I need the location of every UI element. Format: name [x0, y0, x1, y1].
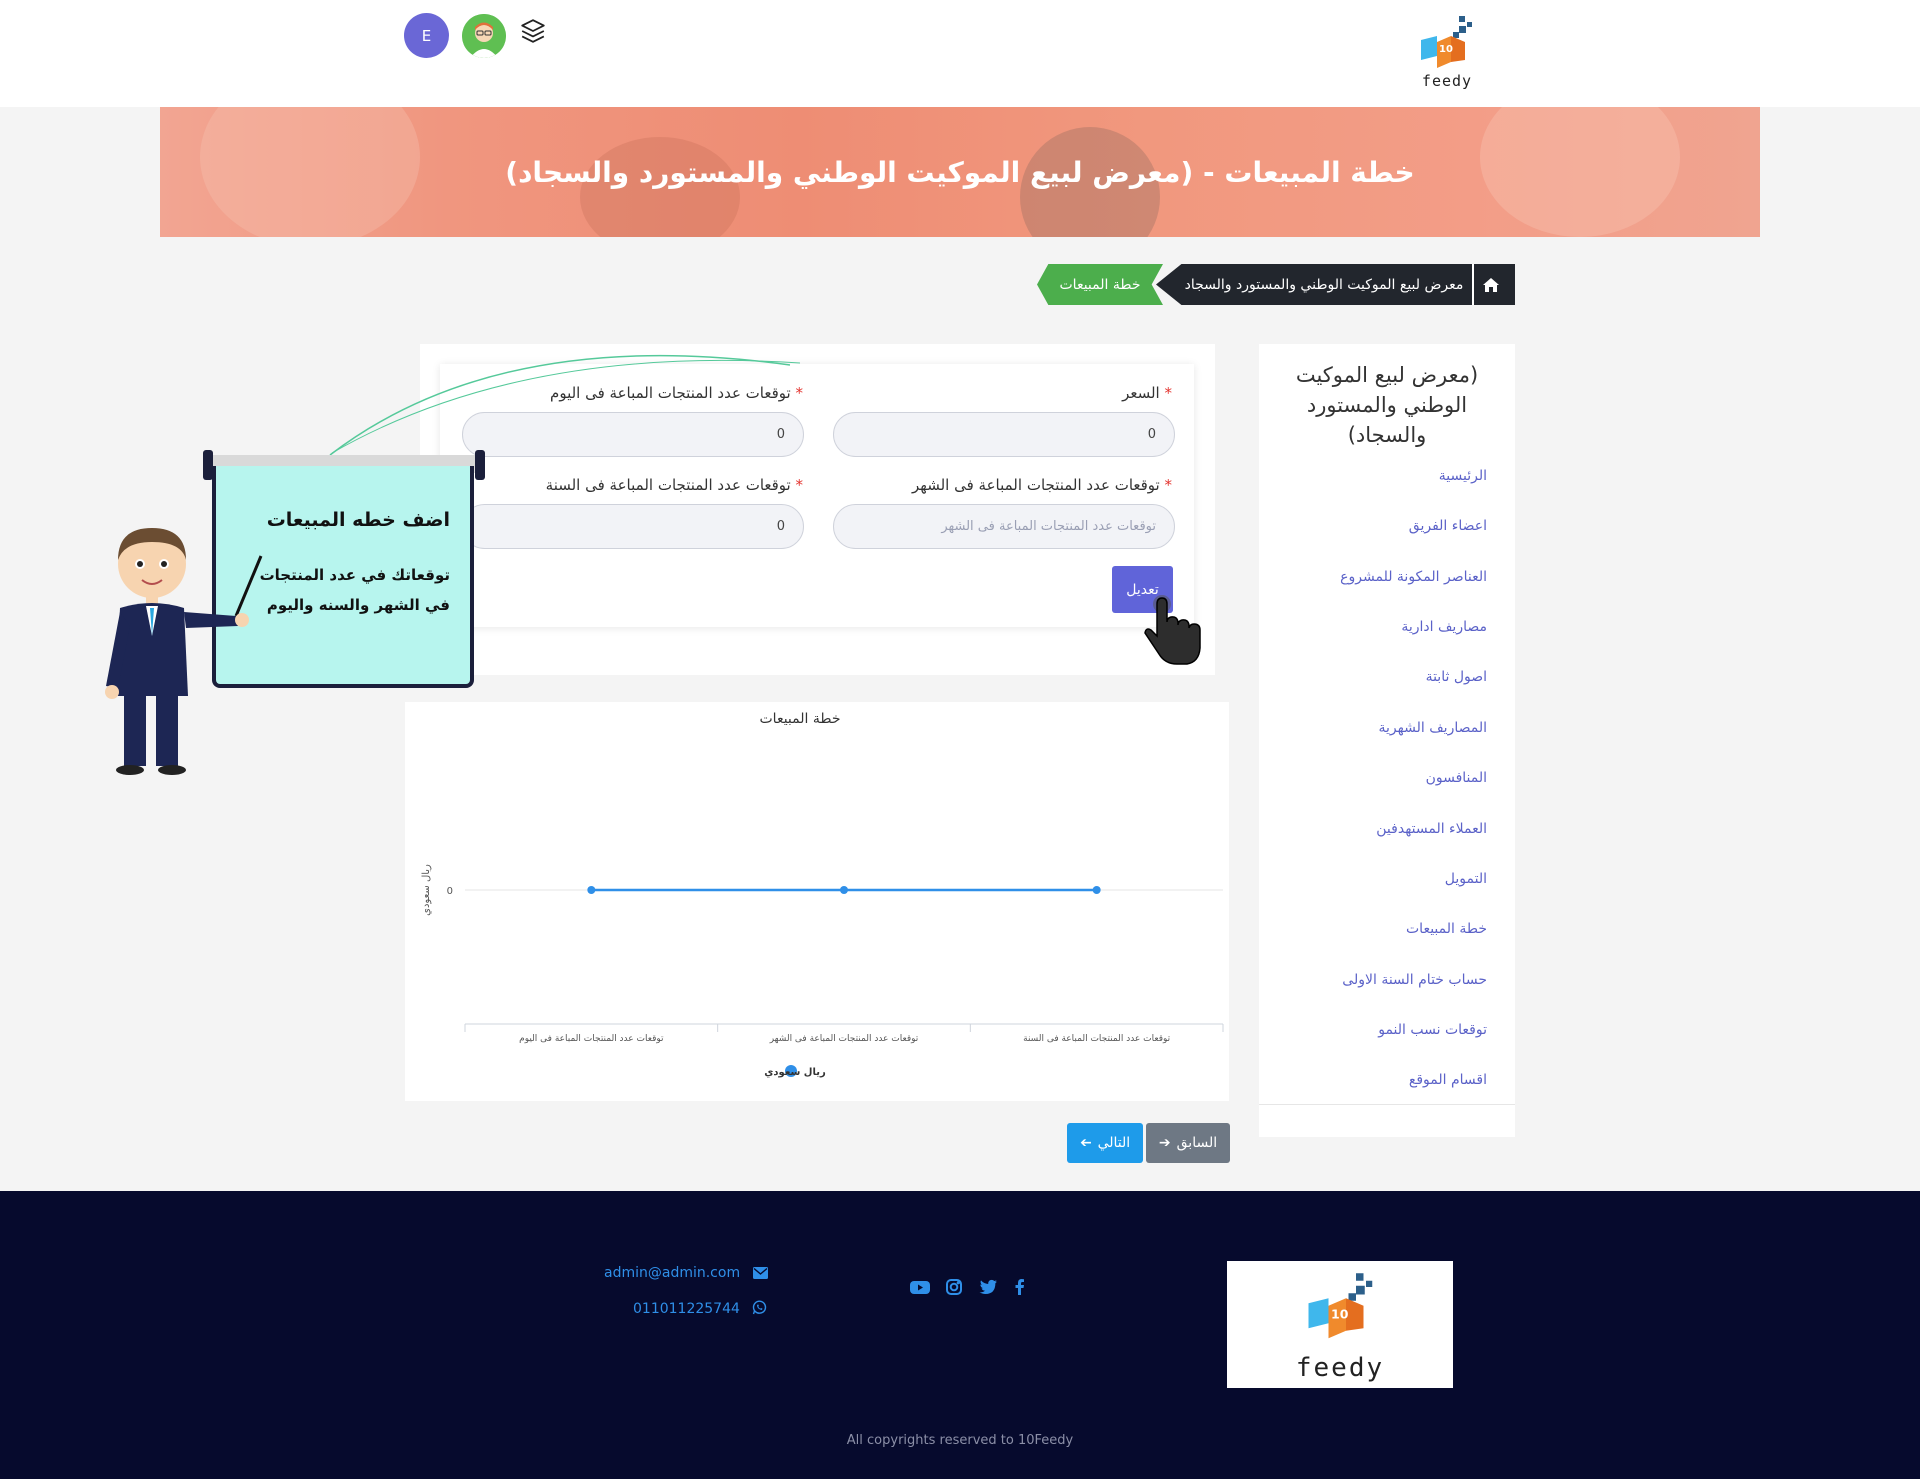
footer-email[interactable]: admin@admin.com — [604, 1265, 768, 1281]
chart-data-point — [587, 886, 596, 894]
chart-y-tick: 0 — [447, 886, 453, 897]
footer-logo-number: 10 — [1331, 1306, 1349, 1321]
user-avatar-initial[interactable]: E — [404, 13, 449, 58]
footer-logo-mark-icon: 10 — [1308, 1273, 1373, 1339]
footer-logo-text: feedy — [1295, 1353, 1385, 1383]
chart-x-tick-label: توقعات عدد المنتجات المباعة فى السنة — [1023, 1034, 1171, 1044]
sidebar-item-monthly-expenses[interactable]: المصاريف الشهرية — [1379, 720, 1487, 736]
site-logo[interactable]: 10 feedy — [1415, 14, 1479, 90]
required-mark: * — [1164, 384, 1173, 402]
chart-data-point — [1092, 886, 1101, 894]
per-year-label-text: توقعات عدد المنتجات المباعة فى السنة — [545, 476, 791, 494]
price-label: * السعر — [1122, 384, 1172, 402]
sidebar-item-team[interactable]: اعضاء الفريق — [1409, 518, 1487, 534]
phone-text: 011011225744 — [633, 1301, 740, 1317]
logo-text: feedy — [1421, 72, 1473, 90]
breadcrumb-project[interactable]: معرض لبيع الموكيت الوطني والمستورد والسج… — [1156, 264, 1474, 305]
arrow-left-icon: ➔ — [1158, 1135, 1171, 1151]
avatar-initial: E — [421, 26, 432, 45]
top-navbar: 10 feedy E — [0, 0, 1920, 107]
logo-number: 10 — [1439, 44, 1453, 55]
layers-icon[interactable] — [520, 18, 546, 44]
chart-x-tick-label: توقعات عدد المنتجات المباعة فى الشهر — [769, 1034, 919, 1044]
chart-data-point — [840, 886, 848, 894]
profile-avatar-icon[interactable] — [462, 14, 506, 58]
arrow-left-icon: ➔ — [1079, 1135, 1092, 1151]
previous-button[interactable]: السابق ➔ — [1146, 1123, 1230, 1163]
breadcrumb-current-label: خطة المبيعات — [1059, 276, 1141, 293]
chart-legend-label: ريال سعودي — [764, 1067, 826, 1078]
pointer-hand-icon — [1144, 595, 1201, 665]
sidebar-title: (معرض لبيع الموكيت الوطني والمستورد والس… — [1295, 363, 1479, 447]
sales-chart: خطة المبيعات ريال سعودي 0 توقعات عدد المنتج… — [405, 702, 1229, 1101]
sidebar-item-components[interactable]: العناصر المكونة للمشروع — [1340, 569, 1487, 585]
twitter-icon[interactable] — [978, 1277, 998, 1297]
price-label-text: السعر — [1122, 384, 1160, 402]
envelope-icon — [752, 1267, 768, 1279]
presenter-character-icon — [105, 528, 263, 775]
email-text: admin@admin.com — [604, 1265, 741, 1281]
chart-x-tick-label: توقعات عدد المنتجات المباعة فى اليوم — [519, 1034, 664, 1044]
sidebar-item-sales-plan[interactable]: خطة المبيعات — [1406, 921, 1487, 937]
sidebar-item-target-customers[interactable]: العملاء المستهدفين — [1376, 821, 1487, 837]
previous-label: السابق — [1176, 1135, 1218, 1151]
sidebar-item-admin-expenses[interactable]: مصاريف ادارية — [1401, 619, 1487, 635]
footer-phone[interactable]: 011011225744 — [633, 1300, 767, 1317]
next-label: التالي — [1097, 1135, 1131, 1151]
whatsapp-icon — [753, 1300, 767, 1315]
facebook-icon[interactable] — [1010, 1277, 1030, 1297]
sidebar-item-home[interactable]: الرئيسية — [1439, 468, 1487, 484]
instagram-icon[interactable] — [944, 1277, 964, 1297]
sidebar-item-fixed-assets[interactable]: اصول ثابتة — [1426, 669, 1487, 685]
per-year-label: * توقعات عدد المنتجات المباعة فى السنة — [546, 476, 803, 494]
per-month-label-text: توقعات عدد المنتجات المباعة فى الشهر — [912, 476, 1160, 494]
breadcrumb-current: خطة المبيعات — [1037, 264, 1163, 305]
per-month-label: * توقعات عدد المنتجات المباعة فى الشهر — [912, 476, 1172, 494]
required-mark: * — [1164, 476, 1173, 494]
chart-y-axis-label: ريال سعودي — [421, 864, 432, 916]
project-sidebar: (معرض لبيع الموكيت الوطني والمستورد والس… — [1259, 344, 1515, 1137]
sidebar-item-site-sections[interactable]: اقسام الموقع — [1409, 1072, 1487, 1088]
sidebar-item-year-closing[interactable]: حساب ختام السنة الاولى — [1342, 972, 1487, 988]
promo-connector — [329, 354, 800, 456]
chart-title: خطة المبيعات — [760, 711, 841, 727]
chart-canvas: خطة المبيعات ريال سعودي 0 توقعات عدد المنتج… — [421, 711, 1224, 1078]
sidebar-divider — [1259, 1104, 1515, 1105]
sidebar-item-competitors[interactable]: المنافسون — [1426, 770, 1487, 786]
copyright-text: All copyrights reserved to 10Feedy — [846, 1433, 1074, 1448]
logo-mark-icon: 10 — [1421, 16, 1472, 68]
required-mark: * — [795, 476, 804, 494]
price-input[interactable] — [833, 412, 1175, 457]
promo-board-pin — [475, 450, 485, 480]
footer-logo[interactable]: 10 feedy — [1227, 1261, 1453, 1388]
home-icon — [1482, 277, 1499, 292]
sidebar-item-growth-rates[interactable]: توقعات نسب النمو — [1378, 1022, 1487, 1038]
youtube-icon[interactable] — [909, 1277, 930, 1297]
page-banner: خطة المبيعات - (معرض لبيع الموكيت الوطني… — [160, 107, 1760, 237]
per-year-input[interactable] — [462, 504, 804, 549]
next-button[interactable]: التالي ➔ — [1067, 1123, 1143, 1163]
breadcrumb-project-label: معرض لبيع الموكيت الوطني والمستورد والسج… — [1184, 276, 1464, 293]
per-month-input[interactable] — [833, 504, 1175, 549]
sidebar-item-funding[interactable]: التمويل — [1445, 871, 1487, 887]
page-title: خطة المبيعات - (معرض لبيع الموكيت الوطني… — [505, 155, 1415, 189]
